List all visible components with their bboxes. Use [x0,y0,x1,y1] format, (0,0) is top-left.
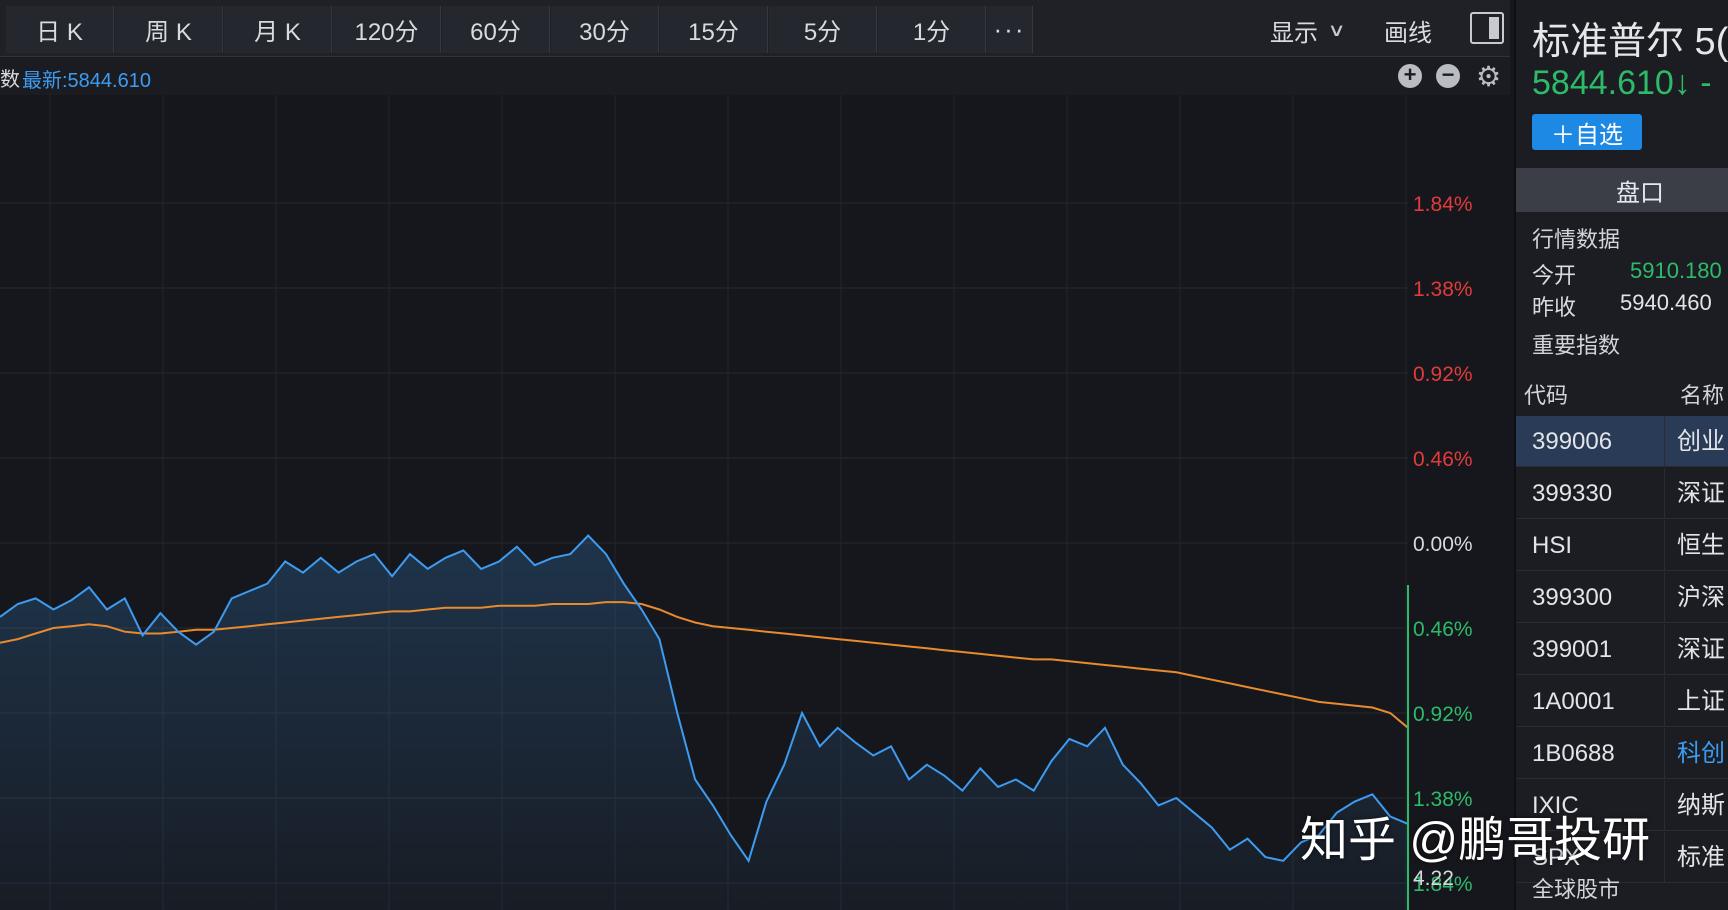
index-name: 标准 [1664,832,1725,883]
gear-icon[interactable]: ⚙ [1476,60,1501,93]
zoom-in-icon[interactable]: + [1398,64,1422,88]
price-area [0,535,1408,910]
add-watchlist-button[interactable]: ＋自选 [1532,114,1642,150]
y-tick-label: 1.38% [1413,278,1473,301]
index-row[interactable]: 399330 深证 [1516,468,1728,519]
volume-label: 4.22 [1413,867,1454,890]
index-code: 1B0688 [1532,740,1615,767]
display-dropdown[interactable]: 显示 ∨ [1270,10,1346,50]
column-header-code: 代码 [1524,383,1569,408]
zoom-out-icon[interactable]: − [1436,64,1460,88]
index-name: 纳斯 [1664,780,1725,831]
tab-60min[interactable]: 60分 [442,6,550,53]
tab-120min[interactable]: 120分 [333,6,441,53]
index-row[interactable]: 399300 沪深 [1516,572,1728,623]
index-row[interactable]: 399006 创业 [1516,416,1728,467]
open-value: 5910.180 [1630,258,1722,283]
index-code: 1A0001 [1532,688,1615,715]
prev-close-label: 昨收 [1532,295,1577,320]
index-row[interactable]: 1A0001 上证 [1516,676,1728,727]
index-label-cut: 数 [0,69,20,91]
y-tick-label: 0.92% [1413,703,1473,726]
quote-panel: 标准普尔 5( 5844.610↓ - ＋自选 盘口 行情数据 今开 5910.… [1514,0,1728,910]
index-code: 399300 [1532,584,1613,611]
tab-day-k[interactable]: 日 K [6,6,114,53]
stock-price: 5844.610↓ - [1532,64,1712,102]
intraday-chart[interactable]: 1.84% 1.38% 0.92% 0.46% 0.00% 0.46% 0.92% 1.38%… [0,95,1510,910]
index-name: 上证 [1664,676,1725,727]
watermark: 知乎 @鹏哥投研 [1300,814,1651,867]
y-tick-label: 0.46% [1413,448,1473,471]
y-tick-label: 0.46% [1413,618,1473,641]
index-name: 深证 [1664,624,1725,675]
more-tabs-button[interactable]: ··· [987,6,1033,53]
index-code: HSI [1532,532,1573,559]
open-label: 今开 [1532,263,1577,288]
y-tick-label: 0.00% [1413,533,1473,556]
y-tick-label: 0.92% [1413,363,1473,386]
index-name: 恒生 [1664,520,1725,571]
chart-canvas: 1.84%1.38%0.92%0.46%0.00%0.46%0.92%1.38%… [0,95,1473,910]
stock-name: 标准普尔 5( [1532,21,1728,63]
tab-pankou[interactable]: 盘口 [1516,168,1728,212]
tab-month-k[interactable]: 月 K [224,6,332,53]
global-market-title: 全球股市 [1532,877,1621,902]
index-code: 399330 [1532,480,1613,507]
y-axis-ticks: 1.84%1.38%0.92%0.46%0.00%0.46%0.92%1.38%… [1413,193,1473,896]
index-row[interactable]: HSI 恒生 [1516,520,1728,571]
index-row[interactable]: 1B0688 科创 [1516,728,1728,779]
chevron-down-icon: ∨ [1327,19,1346,40]
index-name: 科创 [1664,728,1725,779]
prev-close-value: 5940.460 [1620,290,1712,315]
chart-info-row: 数 最新:5844.610 + − ⚙ [0,57,1510,95]
draw-line-button[interactable]: 画线 [1384,10,1432,50]
index-name: 深证 [1664,468,1725,519]
latest-price-label: 最新:5844.610 [22,70,151,92]
tab-15min[interactable]: 15分 [660,6,768,53]
tab-1min[interactable]: 1分 [878,6,986,53]
key-index-title: 重要指数 [1532,333,1621,358]
market-data-title: 行情数据 [1532,227,1621,252]
index-name: 沪深 [1664,572,1725,623]
index-code: 399001 [1532,636,1613,663]
y-tick-label: 1.84% [1413,193,1473,216]
index-row[interactable]: 399001 深证 [1516,624,1728,675]
index-code: 399006 [1532,428,1613,455]
tab-5min[interactable]: 5分 [769,6,877,53]
display-label: 显示 [1270,19,1318,47]
tab-week-k[interactable]: 周 K [115,6,223,53]
index-name: 创业 [1664,416,1725,467]
timeframe-toolbar: 日 K 周 K 月 K 120分 60分 30分 15分 5分 1分 ··· 显… [0,0,1510,57]
panel-toggle-icon[interactable] [1470,12,1504,44]
column-header-name: 名称 [1680,383,1725,408]
tab-30min[interactable]: 30分 [551,6,659,53]
